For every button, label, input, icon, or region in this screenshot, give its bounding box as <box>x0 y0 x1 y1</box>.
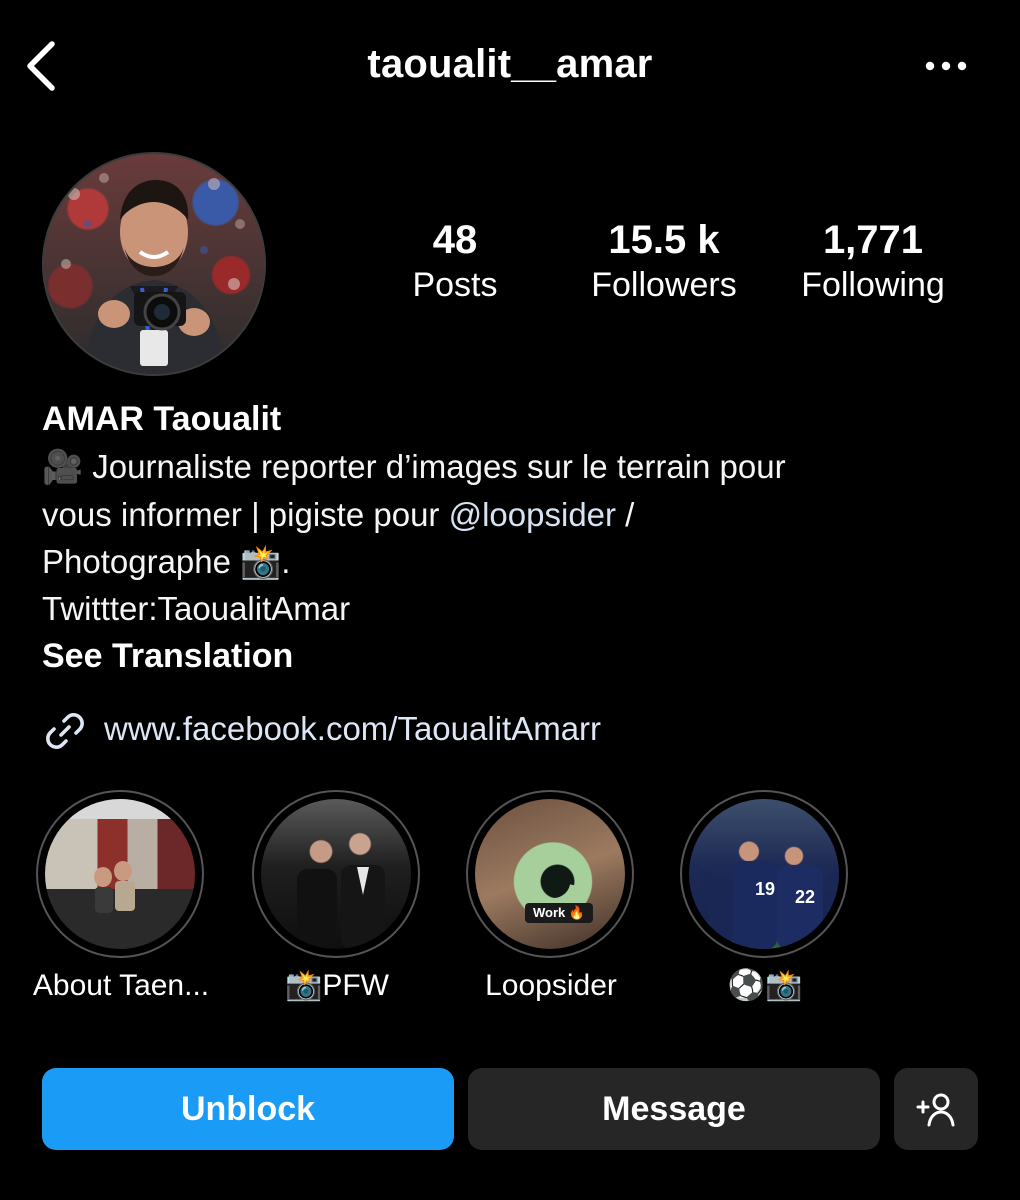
bio-line-2: vous informer | pigiste pour @loopsider … <box>42 492 634 538</box>
followers-label: Followers <box>591 266 737 304</box>
message-button[interactable]: Message <box>468 1068 880 1150</box>
see-translation-button[interactable]: See Translation <box>42 634 293 678</box>
profile-display-name: AMAR Taoualit <box>42 400 282 438</box>
more-horizontal-icon <box>925 61 967 71</box>
profile-avatar[interactable] <box>42 152 266 376</box>
highlight-cover-image: 19 22 <box>689 799 839 949</box>
highlight-cover-image <box>45 799 195 949</box>
highlight-cover-image <box>261 799 411 949</box>
suggested-users-button[interactable] <box>894 1068 978 1150</box>
following-label: Following <box>801 266 945 304</box>
photographer-portrait <box>61 173 245 374</box>
link-icon <box>46 713 84 749</box>
highlight-label: 📸PFW <box>284 969 389 1002</box>
followers-count: 15.5 k <box>608 218 720 262</box>
jersey-number: 22 <box>795 887 816 907</box>
highlight-chip: Work 🔥 <box>525 903 594 923</box>
highlight-ring <box>36 790 204 958</box>
highlight-ring <box>252 790 420 958</box>
profile-username: taoualit__amar <box>367 42 653 86</box>
external-link-text: www.facebook.com/TaoualitAmarr <box>104 710 602 747</box>
following-stat[interactable]: 1,771 Following <box>778 218 968 308</box>
jersey-number: 19 <box>755 879 776 899</box>
highlight-label: ⚽📸 <box>727 969 803 1002</box>
highlight-cover-image: Work 🔥 <box>475 799 625 949</box>
posts-count: 48 <box>432 218 478 262</box>
bio-text: / <box>616 496 635 533</box>
highlight-label: Loopsider <box>485 969 617 1002</box>
more-options-button[interactable] <box>918 48 974 84</box>
highlight-ring: 19 22 <box>680 790 848 958</box>
following-count: 1,771 <box>822 218 924 262</box>
bio-text: vous informer | pigiste pour <box>42 496 449 533</box>
highlight-ring: Work 🔥 <box>466 790 634 958</box>
posts-stat[interactable]: 48 Posts <box>360 218 550 308</box>
bio-line-3: Photographe 📸. <box>42 543 291 580</box>
bio-line-4: Twittter:TaoualitAmar <box>42 590 351 627</box>
add-user-icon <box>916 1093 955 1127</box>
posts-label: Posts <box>412 266 498 304</box>
mention-link[interactable]: @loopsider <box>449 496 616 533</box>
followers-stat[interactable]: 15.5 k Followers <box>569 218 759 308</box>
unblock-button[interactable]: Unblock <box>42 1068 454 1150</box>
bio-line-1: 🎥 Journaliste reporter d’images sur le t… <box>42 448 786 485</box>
highlight-label: About Taen... <box>32 969 210 1002</box>
